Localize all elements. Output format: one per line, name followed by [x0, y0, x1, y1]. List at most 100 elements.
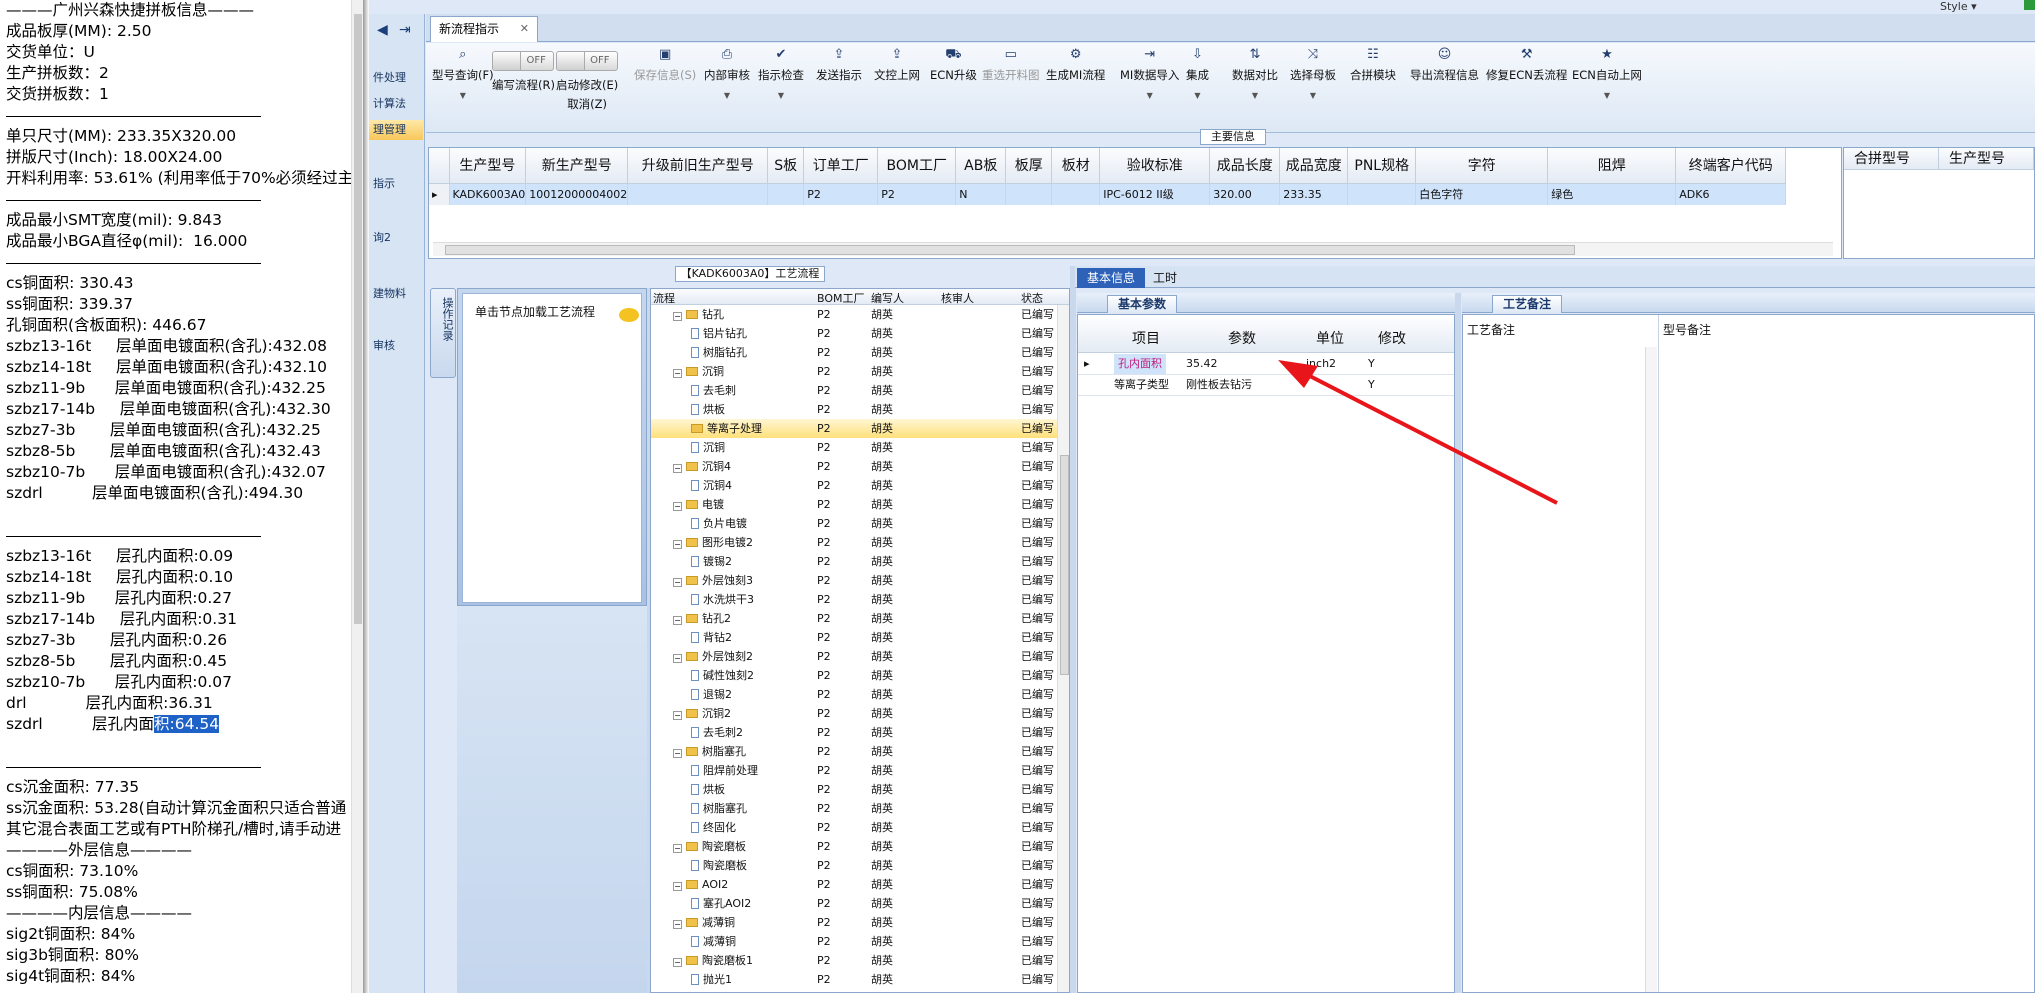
- column-header[interactable]: 阻焊: [1547, 148, 1677, 184]
- toolbar-item[interactable]: ★ ECN自动上网 ▼: [1572, 47, 1642, 100]
- column-header[interactable]: 合拼型号: [1844, 148, 1939, 169]
- collapse-icon[interactable]: −: [673, 540, 682, 549]
- grid-cell[interactable]: N: [955, 183, 1007, 205]
- tree-node[interactable]: 树脂钻孔: [691, 343, 747, 362]
- tree-node[interactable]: 阻焊前处理: [691, 761, 758, 780]
- grid-cell[interactable]: P2: [877, 183, 957, 205]
- tree-node[interactable]: 树脂塞孔: [691, 799, 747, 818]
- tree-row[interactable]: 去毛刺 P2 胡英 已编写: [651, 381, 1061, 400]
- grid-cell[interactable]: [1051, 183, 1101, 205]
- tree-node[interactable]: 去毛刺2: [691, 723, 743, 742]
- toolbar-item[interactable]: ⇩ 集成 ▼: [1186, 47, 1209, 100]
- tree-row[interactable]: 陶瓷磨板 P2 胡英 已编写: [651, 856, 1061, 875]
- tree-row[interactable]: −层压 P2 胡英 已编写: [651, 989, 1061, 992]
- tree-row[interactable]: − 陶瓷磨板 P2 胡英 已编写: [651, 837, 1061, 856]
- column-header[interactable]: 新生产型号: [525, 148, 629, 184]
- nav-item[interactable]: 询2: [369, 228, 423, 248]
- column-header[interactable]: 验收标准: [1099, 148, 1211, 184]
- column-header[interactable]: BOM工厂: [877, 148, 957, 184]
- toolbar-item[interactable]: ⇪ 文控上网: [874, 47, 920, 83]
- tree-row[interactable]: − 钻孔 P2 胡英 已编写: [651, 305, 1061, 324]
- splitter[interactable]: [1070, 266, 1076, 993]
- param-row[interactable]: ▸ 孔内面积 35.42 inch2 Y: [1078, 354, 1454, 375]
- toolbar-item[interactable]: ⇅ 数据对比 ▼: [1232, 47, 1278, 100]
- tree-node[interactable]: 烘板: [691, 780, 725, 799]
- collapse-icon[interactable]: −: [673, 578, 682, 587]
- column-header[interactable]: 升级前旧生产型号: [627, 148, 769, 184]
- grid-cell[interactable]: 绿色: [1547, 183, 1677, 205]
- tree-node[interactable]: 退锡2: [691, 685, 732, 704]
- column-header[interactable]: 订单工厂: [803, 148, 879, 184]
- tab-work-hours[interactable]: 工时: [1153, 268, 1193, 288]
- column-header[interactable]: BOM工厂: [817, 290, 865, 306]
- tree-node[interactable]: 终固化: [691, 818, 736, 837]
- tree-row[interactable]: 抛光1 P2 胡英 已编写: [651, 970, 1061, 989]
- tree-node[interactable]: 背钻2: [691, 628, 732, 647]
- tree-node[interactable]: − 陶瓷磨板: [673, 837, 746, 856]
- grid-cell[interactable]: KADK6003A0: [449, 183, 527, 205]
- grid-cell[interactable]: ADK6: [1675, 183, 1787, 205]
- tree-row[interactable]: − 电镀 P2 胡英 已编写: [651, 495, 1061, 514]
- tree-row[interactable]: 铝片钻孔 P2 胡英 已编写: [651, 324, 1061, 343]
- tree-node[interactable]: − 外层蚀刻2: [673, 647, 753, 666]
- tree-node[interactable]: − 陶瓷磨板1: [673, 951, 753, 970]
- nav-item[interactable]: 审核: [369, 336, 423, 356]
- tree-row[interactable]: 镀锡2 P2 胡英 已编写: [651, 552, 1061, 571]
- tree-row[interactable]: − 陶瓷磨板1 P2 胡英 已编写: [651, 951, 1061, 970]
- column-header[interactable]: 修改: [1378, 328, 1406, 348]
- column-header[interactable]: 流程: [653, 290, 675, 306]
- tree-row[interactable]: 树脂塞孔 P2 胡英 已编写: [651, 799, 1061, 818]
- column-header[interactable]: AB板: [955, 148, 1007, 184]
- tree-row[interactable]: − AOI2 P2 胡英 已编写: [651, 875, 1061, 894]
- splitter[interactable]: [1455, 293, 1461, 993]
- param-value[interactable]: 35.42: [1186, 354, 1218, 374]
- column-header[interactable]: 成品长度: [1209, 148, 1281, 184]
- grid-cell[interactable]: 320.00: [1209, 183, 1281, 205]
- tree-node[interactable]: 烘板: [691, 400, 725, 419]
- collapse-icon[interactable]: −: [673, 749, 682, 758]
- tree-row[interactable]: 塞孔AOI2 P2 胡英 已编写: [651, 894, 1061, 913]
- tree-node[interactable]: − 钻孔: [673, 305, 724, 324]
- tree-row[interactable]: 树脂钻孔 P2 胡英 已编写: [651, 343, 1061, 362]
- collapse-icon[interactable]: −: [673, 464, 682, 473]
- column-header[interactable]: 字符: [1415, 148, 1549, 184]
- column-header[interactable]: 生产型号: [449, 148, 527, 184]
- chevron-down-icon[interactable]: ▼: [1186, 91, 1209, 100]
- chevron-down-icon[interactable]: ▼: [1232, 91, 1278, 100]
- tree-node[interactable]: −层压: [673, 989, 724, 992]
- chevron-down-icon[interactable]: ▼: [1120, 91, 1179, 100]
- toolbar-item[interactable]: ⇥ MI数据导入 ▼: [1120, 47, 1179, 100]
- tree-node[interactable]: 陶瓷磨板: [691, 856, 747, 875]
- tree-row[interactable]: 碱性蚀刻2 P2 胡英 已编写: [651, 666, 1061, 685]
- tree-node[interactable]: − 沉铜4: [673, 457, 731, 476]
- tree-row[interactable]: − 图形电镀2 P2 胡英 已编写: [651, 533, 1061, 552]
- grid-cell[interactable]: 233.35: [1279, 183, 1349, 205]
- toolbar-item[interactable]: ⌕ 型号查询(F) ▼: [432, 47, 494, 100]
- tree-node[interactable]: − 电镀: [673, 495, 724, 514]
- info-text-panel[interactable]: ———广州兴森快捷拼板信息——— 成品板厚(MM): 2.50 交货单位：U 生产拼板…: [0, 0, 365, 993]
- tree-node[interactable]: 抛光1: [691, 970, 732, 989]
- enter-icon[interactable]: ⇥: [399, 22, 411, 38]
- param-value[interactable]: 刚性板去钻污: [1186, 375, 1252, 395]
- tree-node[interactable]: 铝片钻孔: [691, 324, 747, 343]
- tree-row[interactable]: − 沉铜2 P2 胡英 已编写: [651, 704, 1061, 723]
- nav-item[interactable]: 件处理: [369, 68, 423, 88]
- toolbar-item[interactable]: ✔ 指示检查 ▼: [758, 47, 804, 100]
- tree-row[interactable]: 退锡2 P2 胡英 已编写: [651, 685, 1061, 704]
- column-header[interactable]: 板材: [1051, 148, 1101, 184]
- toolbar-item[interactable]: ☷ 合拼模块: [1350, 47, 1396, 83]
- process-tree-scrollbar[interactable]: [1057, 305, 1069, 992]
- tree-row[interactable]: 沉铜4 P2 胡英 已编写: [651, 476, 1061, 495]
- tree-node[interactable]: 沉铜: [691, 438, 725, 457]
- tree-row[interactable]: 负片电镀 P2 胡英 已编写: [651, 514, 1061, 533]
- tree-node[interactable]: − 图形电镀2: [673, 533, 753, 552]
- chevron-down-icon[interactable]: ▼: [758, 91, 804, 100]
- basic-param-tag[interactable]: 基本参数: [1107, 295, 1177, 313]
- chevron-down-icon[interactable]: ▼: [1572, 91, 1642, 100]
- chevron-down-icon[interactable]: ▼: [1290, 91, 1336, 100]
- tree-node[interactable]: 等离子处理: [691, 419, 762, 438]
- tree-row[interactable]: − 沉铜4 P2 胡英 已编写: [651, 457, 1061, 476]
- column-header[interactable]: 成品宽度: [1279, 148, 1349, 184]
- toolbar-item[interactable]: ⚙ 生成MI流程: [1046, 47, 1105, 83]
- toolbar-item[interactable]: OFF 启动修改(E) 取消(Z): [556, 47, 618, 112]
